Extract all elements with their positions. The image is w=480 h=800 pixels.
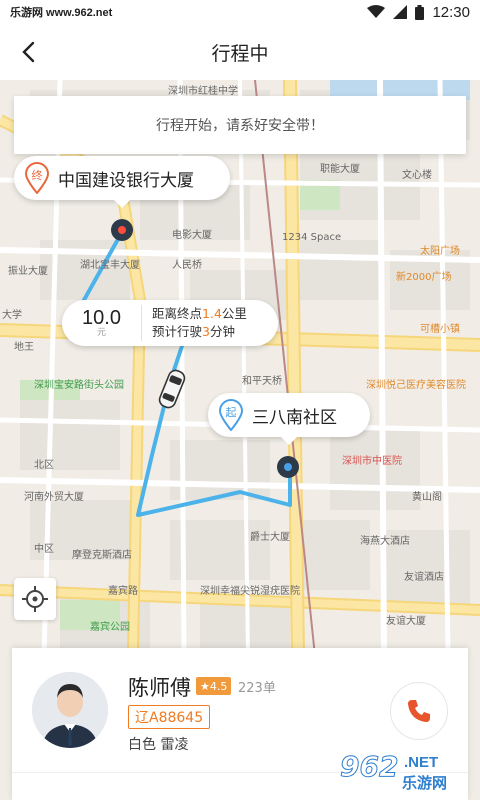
status-icons: 12:30	[367, 4, 470, 21]
map-label: 深圳宝安路街头公园	[34, 380, 124, 391]
battery-icon	[415, 4, 425, 20]
origin-bubble[interactable]: 起 三八南社区	[208, 393, 370, 445]
map-label: 大学	[2, 310, 22, 321]
origin-marker-text: 起	[225, 406, 237, 419]
map-label: 1234 Space	[282, 232, 342, 243]
watermark-number: 962	[339, 750, 399, 784]
map-label: 人民桥	[172, 260, 202, 271]
map-label: 黄山阁	[412, 492, 442, 503]
license-plate: 辽A88645	[128, 705, 211, 729]
status-bar: 乐游网 www.962.net 12:30	[0, 0, 480, 24]
trip-start-toast: 行程开始，请系好安全带！	[14, 96, 466, 154]
wifi-icon	[367, 5, 386, 18]
crosshair-icon	[22, 586, 48, 612]
driver-name: 陈师傅	[128, 677, 191, 700]
map-label: 友谊酒店	[404, 572, 444, 583]
destination-name: 中国建设银行大厦	[58, 170, 194, 190]
status-source-text: 乐游网 www.962.net	[10, 7, 113, 19]
status-time: 12:30	[432, 3, 470, 21]
eta-prefix: 预计行驶	[152, 324, 203, 339]
map-label: 和平天桥	[242, 376, 282, 387]
distance-unit: 公里	[221, 306, 247, 321]
fare-value: 10.0	[82, 307, 121, 329]
map-label: 河南外贸大厦	[24, 492, 84, 503]
map-label: 海燕大酒店	[360, 536, 410, 547]
map-label: 振业大厦	[8, 266, 48, 277]
map-label: 摩登克斯酒店	[72, 550, 132, 561]
chevron-left-icon	[22, 41, 35, 63]
eta-unit: 分钟	[209, 324, 235, 339]
map-label: 爵士大厦	[250, 532, 290, 543]
map-label: 北区	[34, 460, 54, 471]
order-count: 223单	[238, 681, 276, 696]
distance-line: 距离终点1.4公里	[152, 305, 247, 323]
distance-prefix: 距离终点	[152, 306, 203, 321]
nav-bar: 行程中	[0, 24, 480, 80]
map-label: 电影大厦	[172, 230, 212, 241]
map-label: 可槽小镇	[420, 324, 460, 335]
origin-pin-icon: 起	[218, 399, 244, 432]
back-button[interactable]	[12, 36, 44, 68]
car-description: 白色 雷凌	[128, 737, 189, 753]
map-label: 嘉宾公园	[90, 622, 130, 633]
map-label: 深圳市红桂中学	[168, 86, 238, 97]
watermark-net: .NET	[404, 754, 439, 771]
watermark: 962 .NET 乐游网	[339, 750, 476, 796]
map-label: 湖北宝丰大厦	[80, 260, 140, 271]
signal-icon	[393, 5, 408, 19]
phone-icon	[408, 700, 430, 722]
origin-name: 三八南社区	[252, 407, 337, 427]
map-label: 中区	[34, 544, 54, 555]
destination-pin-icon: 终	[24, 162, 50, 195]
trip-info-bubble: 10.0 元 距离终点1.4公里 预计行驶3分钟	[62, 300, 278, 346]
map-label: 地王	[14, 342, 34, 353]
map-label: 文心楼	[402, 170, 432, 181]
map-label: 嘉宾路	[108, 586, 138, 597]
locate-button[interactable]	[14, 578, 56, 620]
eta-box: 距离终点1.4公里 预计行驶3分钟	[142, 305, 247, 341]
call-driver-button[interactable]	[390, 682, 448, 740]
map-label: 深圳悦己医疗美容医院	[366, 380, 466, 391]
eta-line: 预计行驶3分钟	[152, 323, 247, 341]
map-label: 深圳幸福尖锐湿疣医院	[200, 586, 300, 597]
driver-avatar	[32, 672, 108, 748]
rating-badge: ★4.5	[196, 677, 232, 695]
fare-unit: 元	[96, 328, 106, 338]
destination-bubble[interactable]: 终 中国建设银行大厦	[14, 156, 230, 208]
map-label: 职能大厦	[320, 164, 360, 175]
fare-box: 10.0 元	[62, 305, 142, 341]
distance-value: 1.4	[202, 306, 222, 321]
map-label: 太阳广场	[420, 246, 460, 257]
map-label: 友谊大厦	[386, 616, 426, 627]
watermark-site: 乐游网	[402, 774, 448, 792]
page-title: 行程中	[211, 43, 269, 65]
map-label: 新2000广场	[396, 272, 452, 283]
eta-value: 3	[202, 324, 210, 339]
car-icon	[158, 369, 186, 409]
map-label: 深圳市中医院	[342, 456, 402, 467]
destination-marker-text: 终	[31, 169, 43, 182]
